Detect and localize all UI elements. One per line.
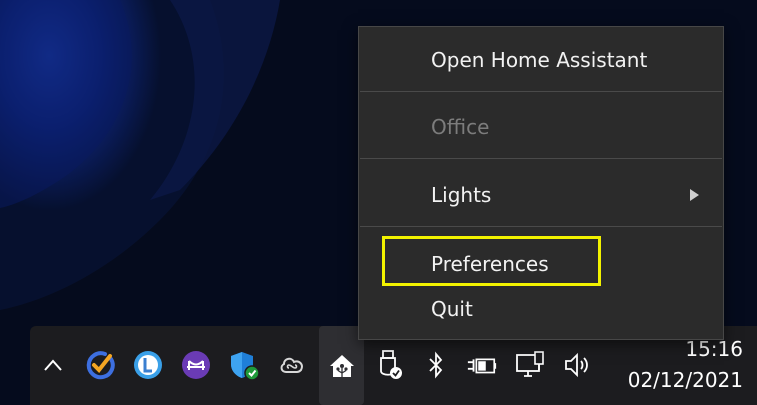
menu-separator — [360, 91, 722, 92]
l-circle-app-icon[interactable] — [132, 348, 164, 382]
tray-context-menu: Open Home Assistant Office Lights Prefer… — [358, 26, 724, 340]
menu-item-label: Lights — [431, 183, 492, 207]
menu-item-office: Office — [359, 104, 723, 150]
system-clock[interactable]: 15:16 02/12/2021 — [628, 334, 743, 396]
menu-item-open-home-assistant[interactable]: Open Home Assistant — [359, 37, 723, 83]
preferences-highlight-box — [382, 236, 601, 286]
bridge-app-icon[interactable] — [180, 348, 212, 382]
menu-separator — [360, 158, 722, 159]
menu-item-label: Quit — [431, 297, 473, 321]
security-shield-icon[interactable] — [228, 348, 260, 382]
speaker-volume-icon[interactable] — [562, 348, 594, 382]
clock-date: 02/12/2021 — [627, 368, 743, 392]
todo-check-icon[interactable] — [84, 348, 116, 382]
menu-item-label: Office — [431, 115, 490, 139]
menu-item-label: Open Home Assistant — [431, 48, 648, 72]
creative-cloud-icon[interactable] — [276, 348, 308, 382]
usb-eject-icon[interactable] — [374, 348, 406, 382]
menu-item-lights[interactable]: Lights — [359, 172, 723, 218]
menu-item-quit[interactable]: Quit — [359, 286, 723, 332]
chevron-up-icon[interactable] — [37, 348, 69, 382]
bluetooth-icon[interactable] — [420, 348, 452, 382]
menu-separator — [360, 226, 722, 227]
power-plug-battery-icon[interactable] — [466, 348, 498, 382]
chevron-right-icon — [690, 189, 699, 201]
network-monitor-icon[interactable] — [514, 348, 546, 382]
